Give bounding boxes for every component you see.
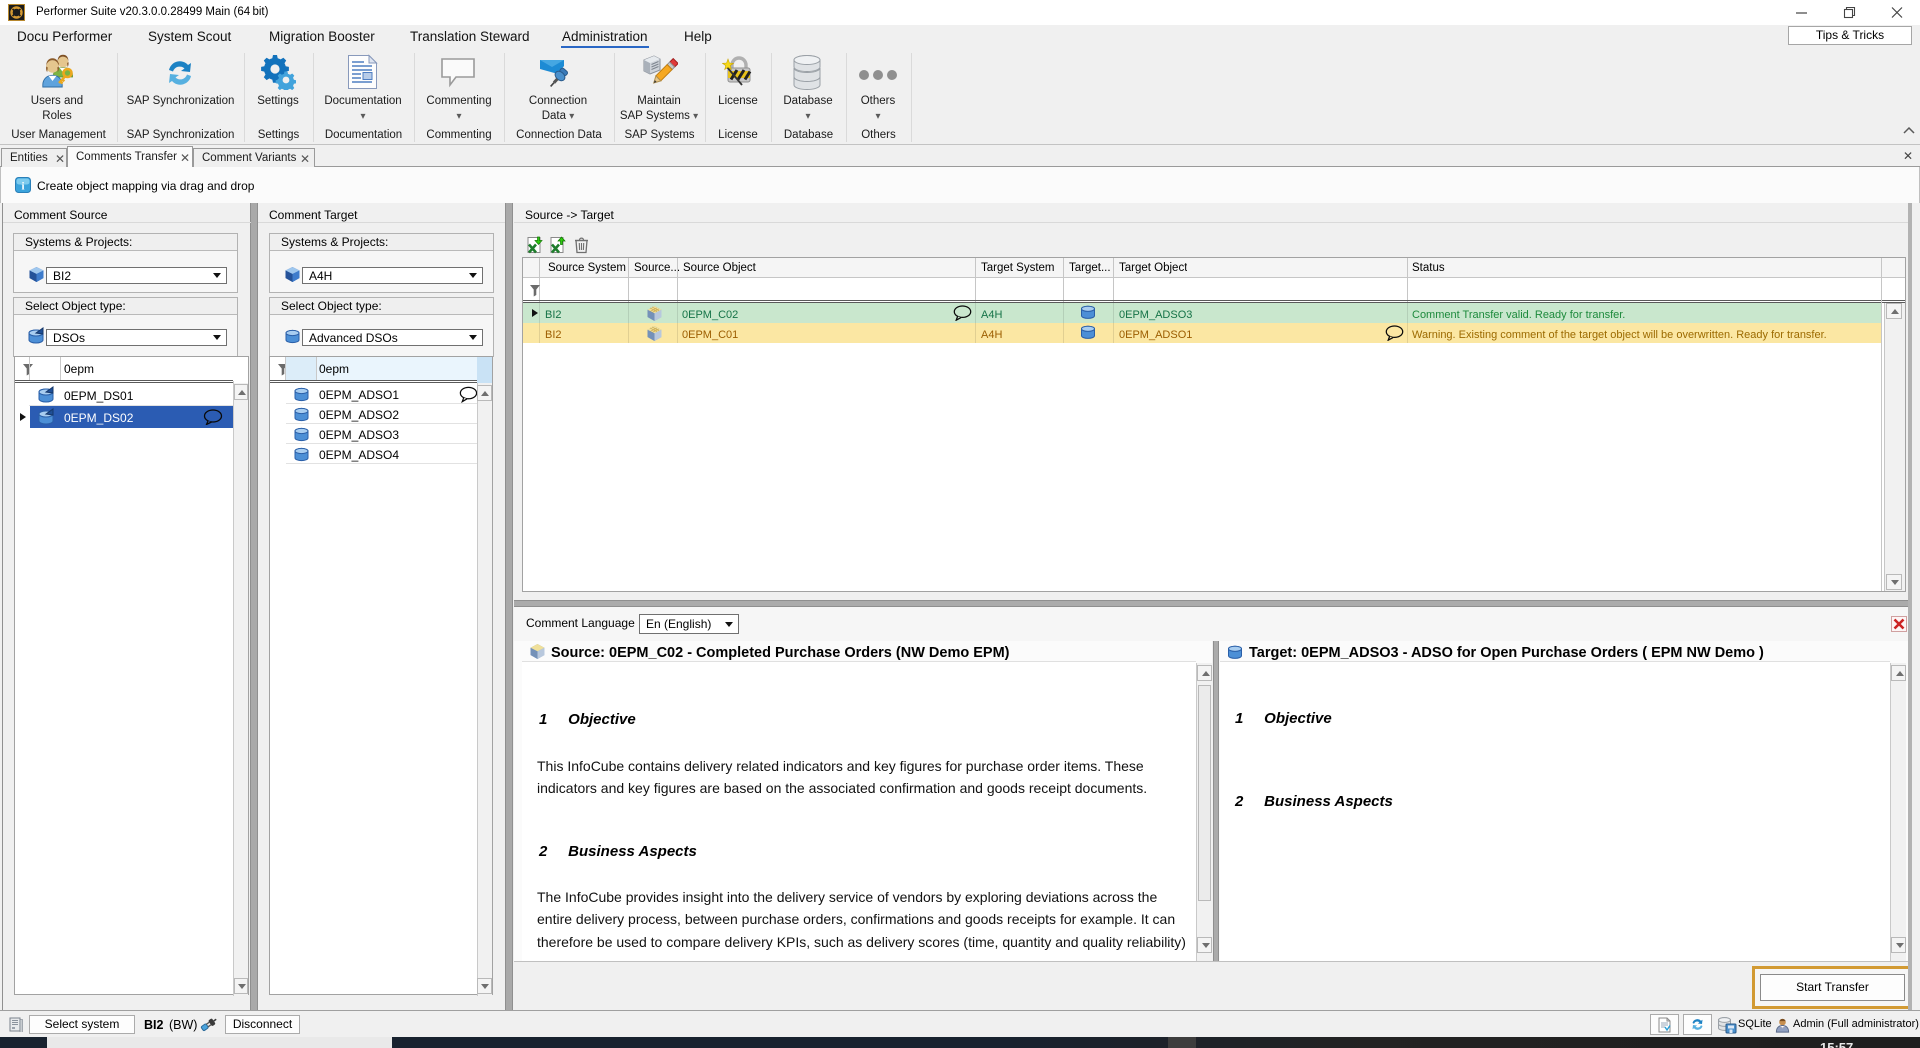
svg-text:i: i [21, 181, 24, 193]
